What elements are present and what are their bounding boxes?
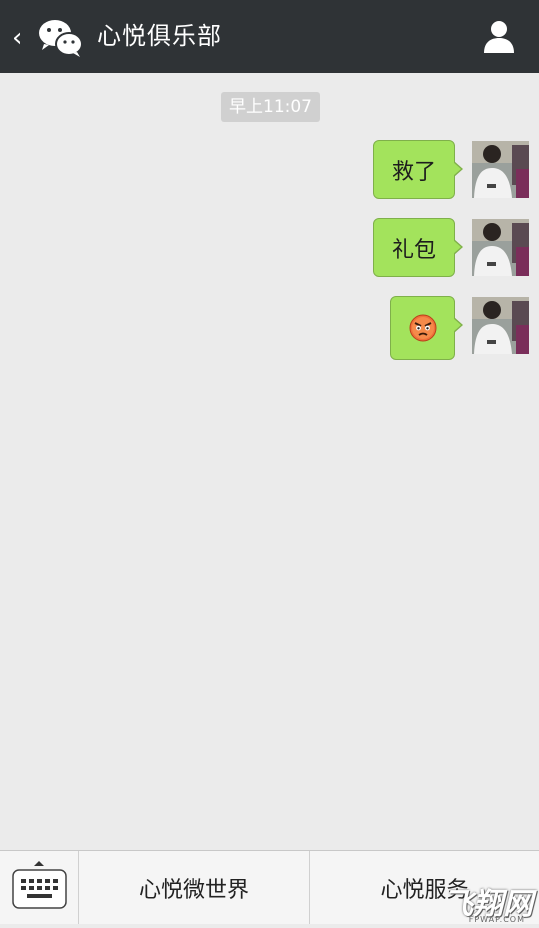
message-bubble[interactable] <box>390 296 463 360</box>
avatar[interactable] <box>472 219 529 276</box>
message-bubble[interactable]: 礼包 <box>373 218 463 277</box>
message-timestamp: 早上11:07 <box>221 92 320 122</box>
keyboard-toggle-button[interactable] <box>0 851 79 924</box>
avatar-photo <box>472 219 529 276</box>
avatar[interactable] <box>472 141 529 198</box>
chat-title: 心悦俱乐部 <box>97 22 222 50</box>
keyboard-icon <box>12 861 67 909</box>
wechat-logo-icon <box>39 20 83 57</box>
chat-area[interactable]: 早上11:07 救了 礼包 <box>0 73 539 850</box>
profile-icon[interactable] <box>481 18 517 54</box>
back-chevron-icon: ‹ <box>12 23 23 53</box>
message-text: 救了 <box>391 159 436 185</box>
message-bubble[interactable]: 救了 <box>373 140 463 199</box>
message-text: 礼包 <box>391 237 436 263</box>
avatar-photo <box>472 297 529 354</box>
bottom-menu-bar: 心悦微世界 心悦服务 飞翔网 FPWAP.COM <box>0 850 539 924</box>
menu-item-weishijie[interactable]: 心悦微世界 <box>79 851 310 924</box>
back-button[interactable]: ‹ <box>8 18 88 58</box>
avatar-photo <box>472 141 529 198</box>
menu-item-label: 心悦微世界 <box>138 877 249 903</box>
avatar[interactable] <box>472 297 529 354</box>
title-bar: ‹ 心悦俱乐部 <box>0 0 539 73</box>
angry-face-icon <box>409 314 436 342</box>
